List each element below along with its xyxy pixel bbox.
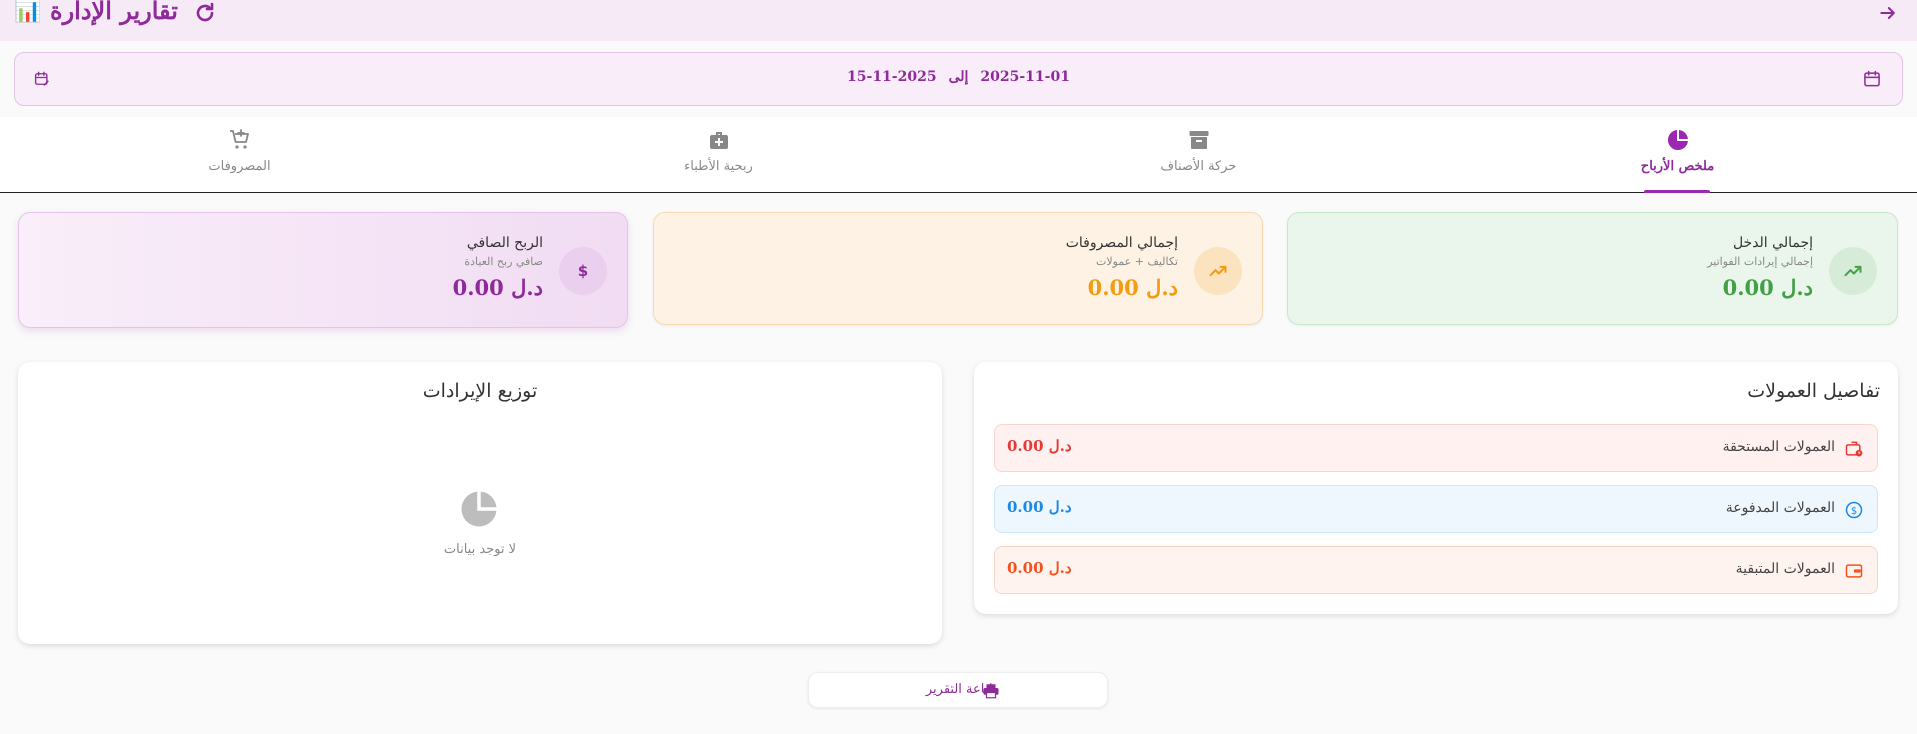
pie-chart-icon <box>1438 127 1917 153</box>
total-income-card: إجمالي الدخل إجمالي إيرادات الفواتير 0.0… <box>1287 212 1898 325</box>
commissions-panel: تفاصيل العمولات العمولات المستحقة 0.00 د… <box>974 362 1898 614</box>
print-button-label: طباعة التقرير <box>925 682 999 697</box>
tab-profit-summary[interactable]: ملخص الأرباح <box>1438 117 1917 193</box>
svg-text:$: $ <box>578 262 588 280</box>
panel-title: توزيع الإيرادات <box>422 380 538 402</box>
active-tab-indicator <box>1644 190 1710 193</box>
page-title: تقارير الإدارة <box>50 0 178 25</box>
cart-add-icon <box>0 127 479 153</box>
panel-title: تفاصيل العمولات <box>1747 380 1880 402</box>
pie-chart-icon <box>458 488 500 530</box>
commission-row-remaining: العمولات المتبقية 0.00 د.ل <box>994 546 1878 594</box>
commission-label: العمولات المتبقية <box>1735 561 1835 577</box>
tab-items-movement[interactable]: حركة الأصناف <box>959 117 1438 193</box>
card-title: إجمالي الدخل <box>1732 235 1813 251</box>
commission-label: العمولات المستحقة <box>1722 439 1835 455</box>
card-title: إجمالي المصروفات <box>1065 235 1178 251</box>
trending-down-icon <box>1194 247 1242 295</box>
total-expenses-card: إجمالي المصروفات تكاليف + عمولات 0.00 د.… <box>653 212 1263 325</box>
card-subtitle: صافي ربح العيادة <box>464 255 543 268</box>
date-range-picker[interactable]: 2025-11-01 إلى 2025-11-15 <box>14 52 1903 106</box>
archive-icon <box>959 127 1438 153</box>
trending-up-icon <box>1829 247 1877 295</box>
net-profit-card: $ الربح الصافي صافي ربح العيادة 0.00 د.ل <box>18 212 628 328</box>
commission-row-due: العمولات المستحقة 0.00 د.ل <box>994 424 1878 472</box>
app-bar: تقارير الإدارة 📊 <box>0 0 1917 41</box>
svg-text:$: $ <box>1851 506 1857 517</box>
card-subtitle: إجمالي إيرادات الفواتير <box>1707 255 1813 268</box>
briefcase-clock-icon <box>1843 438 1865 460</box>
date-separator: إلى <box>948 69 969 85</box>
card-subtitle: تكاليف + عمولات <box>1096 255 1178 268</box>
bar-chart-icon: 📊 <box>14 0 42 24</box>
commission-row-paid: $ العمولات المدفوعة 0.00 د.ل <box>994 485 1878 533</box>
tab-bar: ملخص الأرباح حركة الأصناف ربحية الأطباء … <box>0 117 1917 193</box>
tab-label: المصروفات <box>208 159 271 174</box>
arrow-right-icon[interactable] <box>1873 0 1903 26</box>
card-title: الربح الصافي <box>466 235 543 251</box>
refresh-icon[interactable] <box>190 0 220 26</box>
tab-doctors-profitability[interactable]: ربحية الأطباء <box>479 117 958 193</box>
empty-state-text: لا توجد بيانات <box>443 542 517 557</box>
medical-bag-icon <box>479 127 958 153</box>
dollar-icon: $ <box>559 247 607 295</box>
dollar-circle-icon: $ <box>1843 499 1865 521</box>
tab-label: ربحية الأطباء <box>684 159 753 174</box>
revenue-distribution-panel: توزيع الإيرادات لا توجد بيانات <box>18 362 942 644</box>
commission-value: 0.00 د.ل <box>1007 559 1072 577</box>
wallet-icon <box>1843 560 1865 582</box>
card-value: 0.00 د.ل <box>452 275 543 300</box>
date-to: 2025-11-15 <box>847 69 937 85</box>
tab-label: حركة الأصناف <box>1160 159 1237 174</box>
date-from: 2025-11-01 <box>980 69 1070 85</box>
card-value: 0.00 د.ل <box>1087 275 1178 300</box>
card-value: 0.00 د.ل <box>1722 275 1813 300</box>
commission-value: 0.00 د.ل <box>1007 498 1072 516</box>
calendar-edit-icon[interactable] <box>31 68 53 90</box>
tab-expenses[interactable]: المصروفات <box>0 117 479 193</box>
tab-label: ملخص الأرباح <box>1640 159 1715 174</box>
date-range-text: 2025-11-01 إلى 2025-11-15 <box>15 69 1902 85</box>
commission-value: 0.00 د.ل <box>1007 437 1072 455</box>
commission-label: العمولات المدفوعة <box>1725 500 1835 516</box>
print-report-button[interactable]: طباعة التقرير <box>808 672 1108 708</box>
